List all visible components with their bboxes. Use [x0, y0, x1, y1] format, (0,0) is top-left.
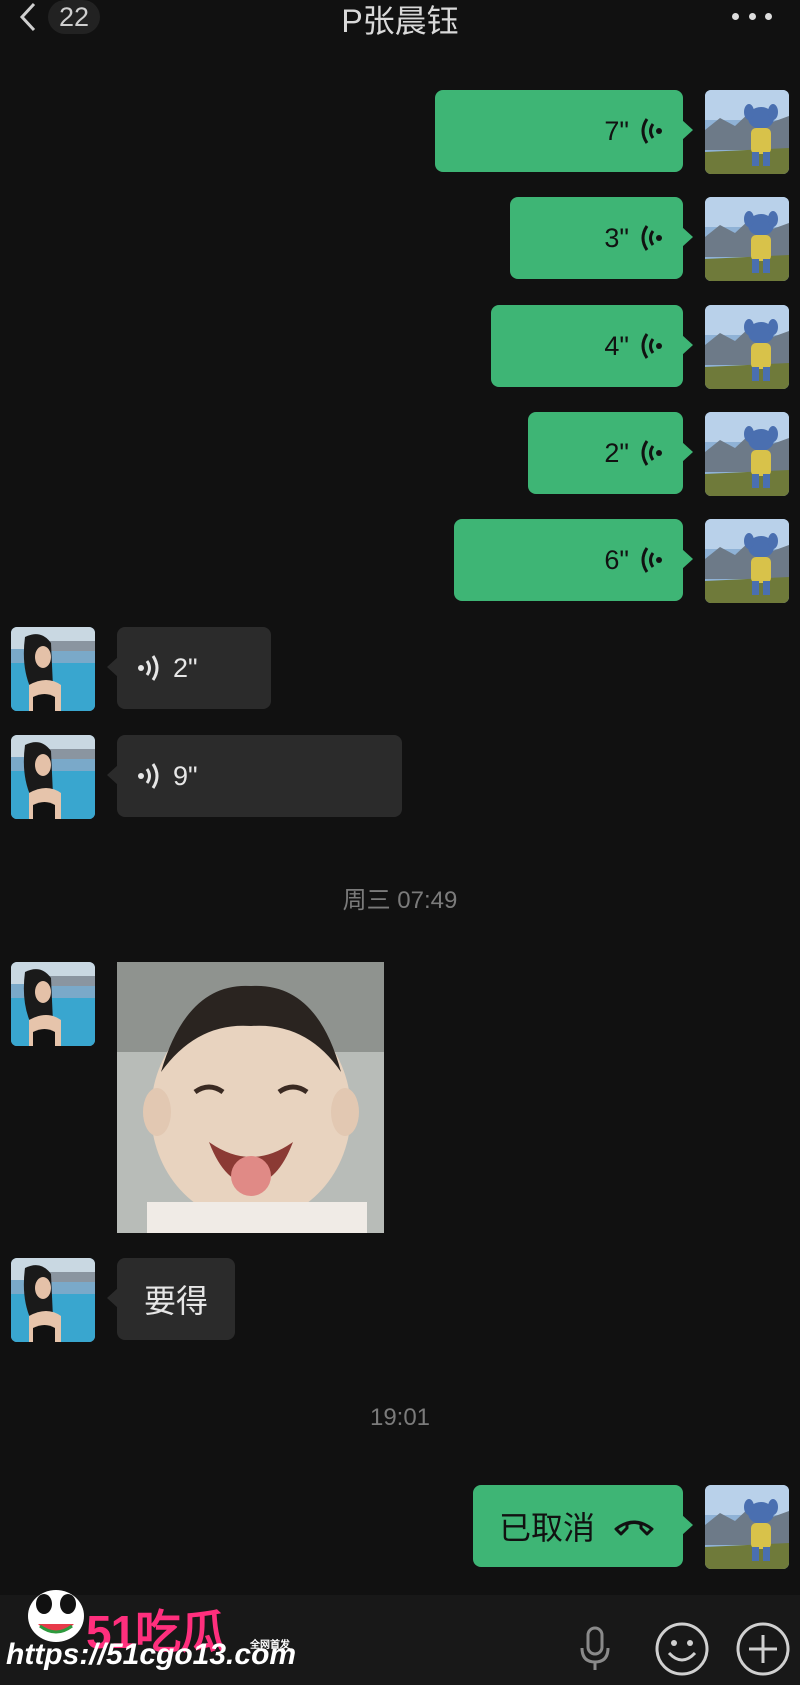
my-avatar[interactable]	[705, 412, 789, 496]
voice-wave-icon	[639, 438, 665, 468]
voice-wave-icon	[135, 761, 161, 791]
outgoing-voice-message[interactable]: 7"	[435, 90, 693, 172]
voice-duration: 3"	[604, 222, 629, 253]
voice-wave-icon	[639, 331, 665, 361]
message-timestamp: 周三 07:49	[342, 887, 458, 914]
my-avatar[interactable]	[705, 1485, 789, 1569]
back-chevron-icon	[19, 2, 36, 32]
incoming-image-message[interactable]	[117, 962, 384, 1233]
phone-hangup-icon	[614, 1520, 654, 1536]
emoji-icon[interactable]	[654, 1621, 710, 1677]
outgoing-voice-message[interactable]: 4"	[491, 305, 693, 387]
my-avatar[interactable]	[705, 90, 789, 174]
voice-duration: 2"	[173, 652, 198, 683]
contact-avatar[interactable]	[11, 735, 95, 819]
contact-avatar[interactable]	[11, 1258, 95, 1342]
more-icon[interactable]	[732, 8, 772, 24]
message-timestamp: 19:01	[369, 1404, 431, 1431]
voice-duration: 9"	[173, 760, 198, 791]
voice-wave-icon	[135, 653, 161, 683]
my-avatar[interactable]	[705, 519, 789, 603]
voice-wave-icon	[639, 223, 665, 253]
outgoing-voice-message[interactable]: 6"	[454, 519, 693, 601]
outgoing-voice-message[interactable]: 3"	[510, 197, 693, 279]
outgoing-voice-message[interactable]: 2"	[528, 412, 693, 494]
my-avatar[interactable]	[705, 197, 789, 281]
plus-icon[interactable]	[735, 1621, 791, 1677]
incoming-text-message[interactable]: 要得	[107, 1258, 235, 1340]
chat-title: P张晨钰	[341, 3, 459, 39]
watermark-url: https://51cgo13.com	[6, 1638, 297, 1671]
voice-wave-icon	[639, 545, 665, 575]
incoming-voice-message[interactable]: 9"	[107, 735, 402, 817]
message-text: 要得	[143, 1283, 208, 1319]
call-status: 已取消	[499, 1510, 596, 1546]
contact-avatar[interactable]	[11, 962, 95, 1046]
back-button[interactable]: 22	[18, 0, 108, 34]
contact-avatar[interactable]	[11, 627, 95, 711]
voice-duration: 6"	[604, 544, 629, 575]
voice-wave-icon	[639, 116, 665, 146]
unread-count-badge: 22	[48, 0, 100, 34]
voice-duration: 2"	[604, 437, 629, 468]
chat-header: 22 P张晨钰	[0, 0, 800, 40]
microphone-icon[interactable]	[578, 1626, 612, 1672]
outgoing-call-message[interactable]: 已取消	[473, 1485, 693, 1567]
incoming-voice-message[interactable]: 2"	[107, 627, 271, 709]
my-avatar[interactable]	[705, 305, 789, 389]
voice-duration: 4"	[604, 330, 629, 361]
voice-duration: 7"	[604, 115, 629, 146]
